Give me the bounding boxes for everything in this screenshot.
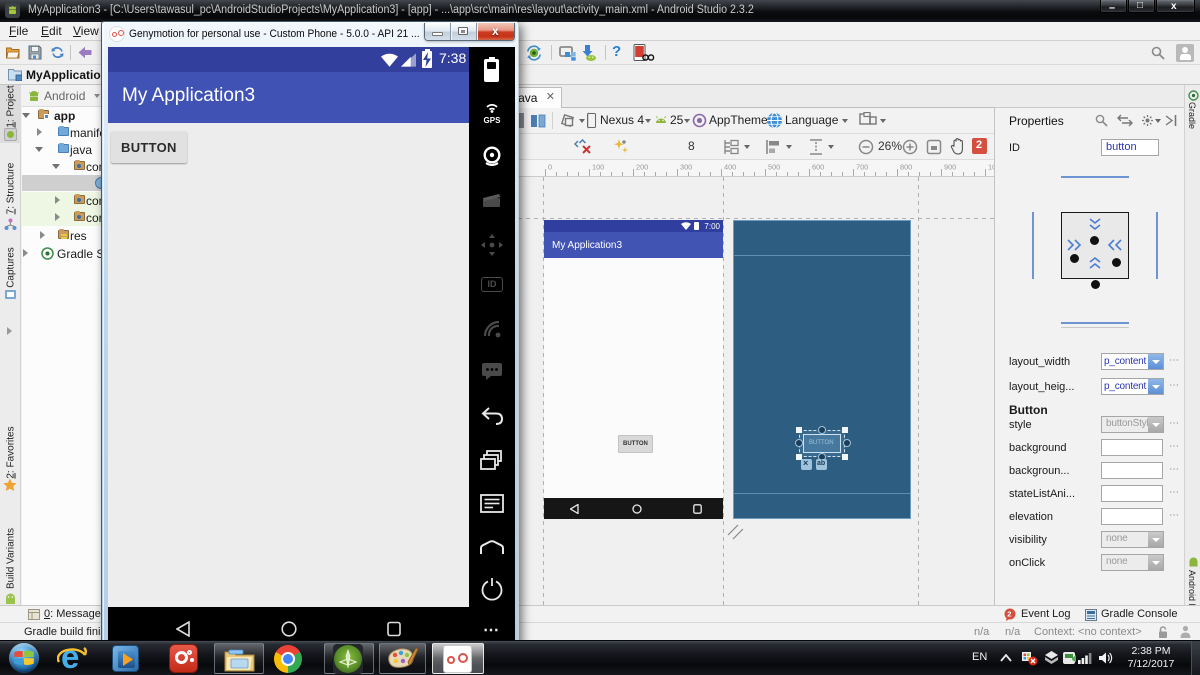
svg-text:2: 2 xyxy=(1007,610,1011,619)
